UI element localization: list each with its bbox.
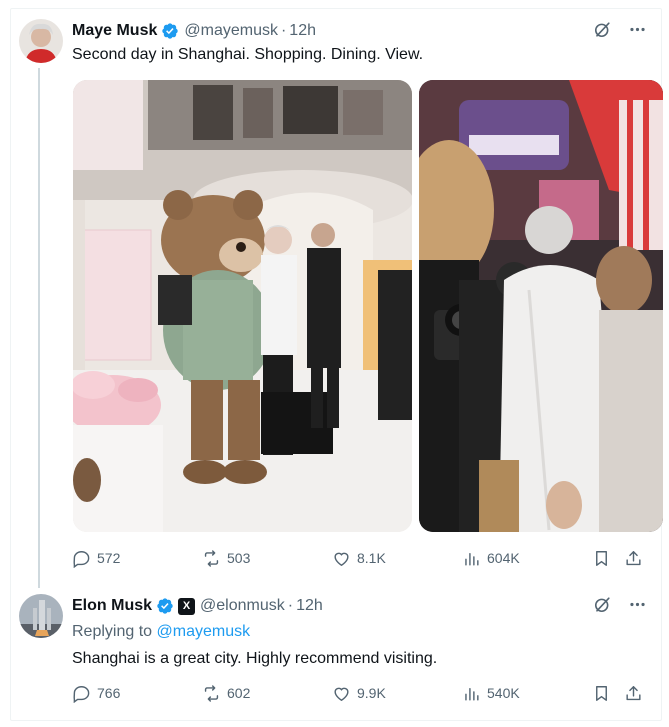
photo-crowd-photographer xyxy=(419,80,663,532)
reply-header: Elon Musk X @elonmusk · 12h xyxy=(72,595,323,617)
reply-icon xyxy=(73,685,90,703)
replying-to: Replying to @mayemusk xyxy=(72,623,250,641)
replying-to-label: Replying to xyxy=(72,623,153,640)
like-count: 8.1K xyxy=(357,550,386,566)
share-button[interactable] xyxy=(624,684,643,703)
tweet-time[interactable]: 12h xyxy=(289,22,316,40)
more-icon[interactable] xyxy=(628,595,647,614)
tweet-photo-2[interactable] xyxy=(419,80,663,532)
repost-count: 602 xyxy=(227,685,251,701)
share-icon xyxy=(626,550,641,565)
like-button[interactable]: 9.9K xyxy=(332,684,386,703)
avatar-elon-musk[interactable] xyxy=(19,594,63,638)
reply-count: 766 xyxy=(97,685,121,701)
bookmark-icon xyxy=(596,550,607,566)
separator-dot: · xyxy=(287,597,294,614)
repost-icon xyxy=(204,549,219,567)
verified-icon xyxy=(156,597,174,615)
bookmark-button[interactable] xyxy=(592,684,611,703)
tweet-photo-1[interactable] xyxy=(73,80,412,532)
author-handle[interactable]: @mayemusk xyxy=(184,22,278,40)
reply-count: 572 xyxy=(97,550,121,566)
grok-icon[interactable] xyxy=(593,20,612,39)
more-icon[interactable] xyxy=(628,20,647,39)
views-count: 540K xyxy=(487,685,520,701)
views-button[interactable]: 540K xyxy=(462,684,520,703)
thread-connector-line xyxy=(38,68,40,588)
like-icon xyxy=(334,552,349,566)
views-icon xyxy=(465,687,479,701)
like-button[interactable]: 8.1K xyxy=(332,549,386,568)
tweet-header: Maye Musk @mayemusk · 12h xyxy=(72,20,316,42)
reply-text: Shanghai is a great city. Highly recomme… xyxy=(72,650,438,667)
tweet-text: Second day in Shanghai. Shopping. Dining… xyxy=(72,46,424,63)
grok-icon[interactable] xyxy=(593,595,612,614)
bookmark-icon xyxy=(596,685,607,701)
replying-to-handle[interactable]: @mayemusk xyxy=(157,623,251,640)
reply-button[interactable]: 572 xyxy=(72,549,120,568)
like-count: 9.9K xyxy=(357,685,386,701)
share-button[interactable] xyxy=(624,549,643,568)
x-affiliate-badge[interactable]: X xyxy=(178,597,196,615)
tweet-actions: 572 503 8.1K 604K xyxy=(72,547,646,569)
repost-button[interactable]: 503 xyxy=(202,549,250,568)
verified-icon xyxy=(161,22,179,40)
separator-dot: · xyxy=(280,22,287,39)
views-icon xyxy=(465,552,479,566)
repost-icon xyxy=(204,684,219,702)
like-icon xyxy=(334,687,349,701)
views-button[interactable]: 604K xyxy=(462,549,520,568)
reply-time[interactable]: 12h xyxy=(296,597,323,615)
share-icon xyxy=(626,685,641,700)
tweet-top-actions xyxy=(593,20,647,39)
repost-count: 503 xyxy=(227,550,251,566)
reply-author-name[interactable]: Elon Musk xyxy=(72,597,152,615)
repost-button[interactable]: 602 xyxy=(202,684,250,703)
author-name[interactable]: Maye Musk xyxy=(72,22,157,40)
reply-author-handle[interactable]: @elonmusk xyxy=(200,597,285,615)
views-count: 604K xyxy=(487,550,520,566)
reply-icon xyxy=(73,550,90,568)
avatar-maye-musk[interactable] xyxy=(19,19,63,63)
reply-actions: 766 602 9.9K 540K xyxy=(72,682,646,704)
reply-top-actions xyxy=(593,595,647,614)
reply-button[interactable]: 766 xyxy=(72,684,120,703)
photo-teddy-bear-store xyxy=(73,80,412,532)
bookmark-button[interactable] xyxy=(592,549,611,568)
